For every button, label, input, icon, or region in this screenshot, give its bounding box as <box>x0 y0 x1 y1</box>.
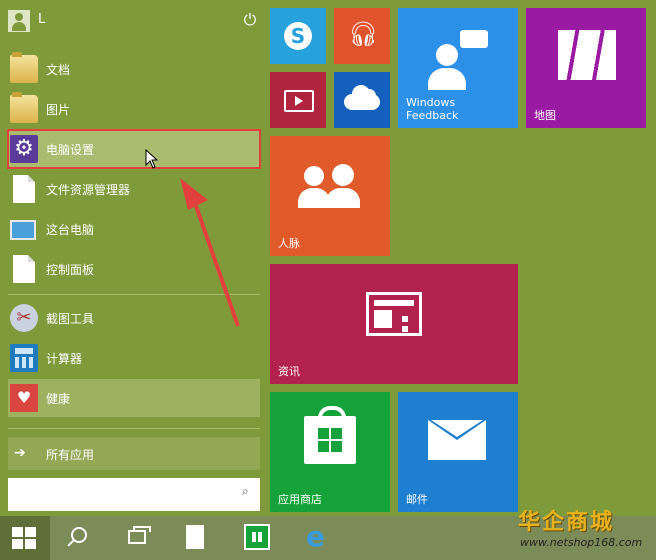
menu-item-label: 截图工具 <box>46 312 95 326</box>
search-input[interactable] <box>14 484 228 506</box>
all-apps-button[interactable]: ➔ 所有应用 <box>8 437 260 470</box>
tile-video[interactable] <box>270 72 326 128</box>
user-account[interactable]: L ⏻ <box>8 8 260 34</box>
folder-icon <box>10 92 38 123</box>
tile-music[interactable]: 🎧︎ <box>334 8 390 64</box>
feedback-person-icon <box>436 44 458 66</box>
tile-label: 人脉 <box>278 237 300 250</box>
menu-item-label: 文档 <box>46 63 71 77</box>
gear-icon: ⚙ <box>10 135 38 163</box>
search-icon[interactable]: ⌕ <box>242 485 252 497</box>
tile-label: 资讯 <box>278 365 300 378</box>
menu-item-label: 健康 <box>46 392 71 406</box>
calculator-icon <box>10 344 38 372</box>
people-icon <box>332 164 354 186</box>
tile-label: 应用商店 <box>278 493 322 506</box>
store-bag-icon <box>304 406 356 464</box>
menu-item-label: 控制面板 <box>46 263 95 277</box>
annotation-arrow-icon <box>180 178 240 327</box>
tile-onedrive[interactable] <box>334 72 390 128</box>
document-icon <box>13 175 35 203</box>
cloud-icon <box>344 85 380 110</box>
tile-label: 邮件 <box>406 493 428 506</box>
watermark-url: www.netshop168.com <box>520 536 643 549</box>
menu-item-label: 这台电脑 <box>46 223 95 237</box>
windows-logo-icon <box>12 527 36 549</box>
user-name: L <box>38 12 46 27</box>
mouse-cursor-icon <box>145 149 159 169</box>
start-button[interactable] <box>0 516 50 560</box>
tile-news[interactable]: 资讯 <box>270 264 518 384</box>
task-view-icon <box>128 526 151 544</box>
taskbar-task-view-button[interactable] <box>112 516 162 560</box>
feedback-person-body-icon <box>428 68 466 90</box>
envelope-icon <box>428 420 486 460</box>
tile-maps[interactable]: 地图 <box>526 8 646 128</box>
taskbar-search-button[interactable] <box>54 516 104 560</box>
newspaper-icon <box>366 292 422 336</box>
document-icon <box>186 525 204 549</box>
menu-item-label: 电脑设置 <box>46 143 95 157</box>
tile-label-line: Windows <box>406 96 456 109</box>
video-icon <box>284 90 314 112</box>
menu-item-pictures[interactable]: 图片 <box>8 90 260 128</box>
people-icon <box>304 166 324 186</box>
internet-explorer-icon: e <box>306 520 325 553</box>
folder-icon <box>10 52 38 83</box>
taskbar-file-button[interactable] <box>172 516 222 560</box>
tile-people[interactable]: 人脉 <box>270 136 390 256</box>
tile-store[interactable]: 应用商店 <box>270 392 390 512</box>
document-icon <box>13 255 35 283</box>
tile-skype[interactable]: S <box>270 8 326 64</box>
search-icon <box>71 527 87 543</box>
tile-label-line: Feedback <box>406 109 459 122</box>
scissors-icon: ✂ <box>10 304 38 332</box>
menu-item-label: 计算器 <box>46 352 83 366</box>
store-icon <box>244 524 270 550</box>
tile-label: 地图 <box>534 109 556 122</box>
menu-item-label: 图片 <box>46 103 71 117</box>
menu-item-label: 文件资源管理器 <box>46 183 131 197</box>
arrow-right-icon: ➔ <box>14 445 26 461</box>
all-apps-label: 所有应用 <box>46 448 95 462</box>
tile-windows-feedback[interactable]: Windows Feedback <box>398 8 518 128</box>
user-avatar-icon <box>8 10 30 32</box>
taskbar-ie-button[interactable]: e <box>292 516 342 560</box>
computer-icon <box>10 220 36 240</box>
people-body-icon <box>326 188 360 208</box>
search-box[interactable]: ⌕ <box>8 478 260 511</box>
taskbar-store-button[interactable] <box>232 516 282 560</box>
speech-bubble-icon <box>460 30 488 48</box>
start-menu: L ⏻ 文档 图片 ⚙ 电脑设置 文件资源管理器 这台电脑 控制面板 ✂ 截图工… <box>0 0 656 516</box>
menu-item-health[interactable]: ♥ 健康 <box>8 379 260 417</box>
watermark: 华企商城 www.netshop168.com <box>512 500 652 556</box>
tile-mail[interactable]: 邮件 <box>398 392 518 512</box>
power-icon[interactable]: ⏻ <box>240 10 260 30</box>
watermark-brand: 华企商城 <box>518 510 615 535</box>
menu-item-calculator[interactable]: 计算器 <box>8 339 260 377</box>
map-icon <box>558 30 616 80</box>
headphones-icon: 🎧︎ <box>348 20 379 48</box>
heart-icon: ♥ <box>10 384 38 412</box>
menu-item-documents[interactable]: 文档 <box>8 50 260 88</box>
skype-icon: S <box>284 22 312 50</box>
menu-item-pc-settings[interactable]: ⚙ 电脑设置 <box>7 129 261 169</box>
tile-label: Windows Feedback <box>406 96 458 122</box>
windows-logo-icon <box>318 428 342 452</box>
menu-divider <box>8 428 260 429</box>
